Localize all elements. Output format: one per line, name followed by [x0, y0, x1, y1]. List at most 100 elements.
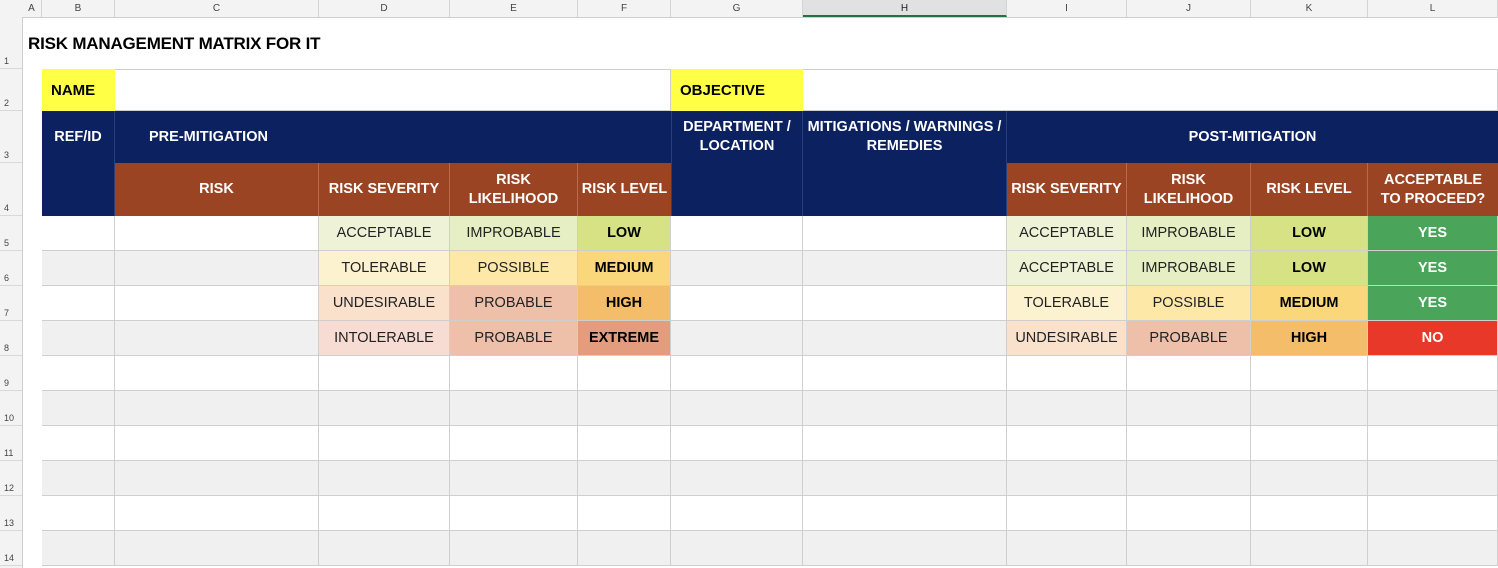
post-severity-cell[interactable]: UNDESIRABLE	[1007, 321, 1127, 356]
grid-cell[interactable]	[1368, 461, 1498, 496]
grid-cell[interactable]	[1127, 531, 1251, 566]
row-header-2[interactable]: 2	[0, 98, 22, 108]
grid-cell[interactable]	[1368, 426, 1498, 461]
grid-cell[interactable]	[1007, 356, 1127, 391]
grid-cell[interactable]	[803, 356, 1007, 391]
grid-cell[interactable]	[803, 531, 1007, 566]
proceed-cell[interactable]: NO	[1368, 321, 1498, 356]
grid-cell[interactable]	[115, 426, 319, 461]
grid-cell[interactable]	[42, 216, 115, 251]
grid-cell[interactable]	[1127, 461, 1251, 496]
post-likelihood-cell[interactable]: IMPROBABLE	[1127, 251, 1251, 286]
grid-cell[interactable]	[671, 321, 803, 356]
row-header-7[interactable]: 7	[0, 308, 22, 318]
grid-cell[interactable]	[450, 391, 578, 426]
post-level-cell[interactable]: MEDIUM	[1251, 286, 1368, 321]
objective-input-cell[interactable]	[803, 69, 1498, 111]
grid-cell[interactable]	[1251, 426, 1368, 461]
column-header-d[interactable]: D	[319, 0, 450, 17]
pre-severity-cell[interactable]: ACCEPTABLE	[319, 216, 450, 251]
grid-cell[interactable]	[42, 426, 115, 461]
grid-cell[interactable]	[1251, 461, 1368, 496]
pre-likelihood-cell[interactable]: POSSIBLE	[450, 251, 578, 286]
grid-cell[interactable]	[450, 531, 578, 566]
name-input-cell[interactable]	[115, 69, 671, 111]
pre-severity-cell[interactable]: TOLERABLE	[319, 251, 450, 286]
grid-cell[interactable]	[42, 496, 115, 531]
grid-cell[interactable]	[115, 461, 319, 496]
column-header-g[interactable]: G	[671, 0, 803, 17]
grid-cell[interactable]	[450, 496, 578, 531]
pre-likelihood-cell[interactable]: IMPROBABLE	[450, 216, 578, 251]
grid-cell[interactable]	[578, 426, 671, 461]
row-header-1[interactable]: 1	[0, 56, 22, 66]
row-header-6[interactable]: 6	[0, 273, 22, 283]
grid-cell[interactable]	[671, 286, 803, 321]
grid-cell[interactable]	[450, 356, 578, 391]
column-header-e[interactable]: E	[450, 0, 578, 17]
post-severity-cell[interactable]: ACCEPTABLE	[1007, 251, 1127, 286]
grid-cell[interactable]	[1368, 496, 1498, 531]
pre-level-cell[interactable]: LOW	[578, 216, 671, 251]
post-level-cell[interactable]: HIGH	[1251, 321, 1368, 356]
grid-cell[interactable]	[42, 356, 115, 391]
grid-cell[interactable]	[1007, 426, 1127, 461]
grid-cell[interactable]	[319, 531, 450, 566]
post-severity-cell[interactable]: ACCEPTABLE	[1007, 216, 1127, 251]
grid-cell[interactable]	[115, 391, 319, 426]
pre-likelihood-cell[interactable]: PROBABLE	[450, 321, 578, 356]
grid-cell[interactable]	[42, 461, 115, 496]
grid-cell[interactable]	[803, 216, 1007, 251]
grid-cell[interactable]	[578, 531, 671, 566]
grid-cell[interactable]	[803, 251, 1007, 286]
grid-cell[interactable]	[1251, 496, 1368, 531]
grid-cell[interactable]	[450, 461, 578, 496]
pre-level-cell[interactable]: EXTREME	[578, 321, 671, 356]
row-header-11[interactable]: 11	[0, 448, 22, 458]
grid-cell[interactable]	[115, 531, 319, 566]
grid-cell[interactable]	[115, 356, 319, 391]
column-header-i[interactable]: I	[1007, 0, 1127, 17]
grid-cell[interactable]	[578, 356, 671, 391]
column-header-l[interactable]: L	[1368, 0, 1498, 17]
grid-cell[interactable]	[319, 461, 450, 496]
column-header-j[interactable]: J	[1127, 0, 1251, 17]
grid-cell[interactable]	[1127, 426, 1251, 461]
grid-cell[interactable]	[1007, 531, 1127, 566]
grid-cell[interactable]	[1251, 391, 1368, 426]
grid-cell[interactable]	[1368, 356, 1498, 391]
grid-cell[interactable]	[671, 216, 803, 251]
grid-cell[interactable]	[450, 426, 578, 461]
grid-cell[interactable]	[42, 286, 115, 321]
row-header-14[interactable]: 14	[0, 553, 22, 563]
grid-cell[interactable]	[578, 461, 671, 496]
row-header-3[interactable]: 3	[0, 150, 22, 160]
proceed-cell[interactable]: YES	[1368, 216, 1498, 251]
grid-cell[interactable]	[319, 391, 450, 426]
grid-cell[interactable]	[319, 356, 450, 391]
grid-cell[interactable]	[115, 496, 319, 531]
post-likelihood-cell[interactable]: PROBABLE	[1127, 321, 1251, 356]
column-header-b[interactable]: B	[42, 0, 115, 17]
pre-severity-cell[interactable]: INTOLERABLE	[319, 321, 450, 356]
column-header-a[interactable]: A	[22, 0, 42, 17]
post-severity-cell[interactable]: TOLERABLE	[1007, 286, 1127, 321]
grid-cell[interactable]	[671, 391, 803, 426]
grid-cell[interactable]	[803, 286, 1007, 321]
grid-cell[interactable]	[1007, 461, 1127, 496]
grid-cell[interactable]	[671, 461, 803, 496]
grid-cell[interactable]	[1127, 391, 1251, 426]
proceed-cell[interactable]: YES	[1368, 251, 1498, 286]
grid-cell[interactable]	[803, 461, 1007, 496]
column-header-f[interactable]: F	[578, 0, 671, 17]
grid-cell[interactable]	[319, 426, 450, 461]
row-header-10[interactable]: 10	[0, 413, 22, 423]
pre-likelihood-cell[interactable]: PROBABLE	[450, 286, 578, 321]
grid-cell[interactable]	[115, 216, 319, 251]
pre-level-cell[interactable]: MEDIUM	[578, 251, 671, 286]
pre-level-cell[interactable]: HIGH	[578, 286, 671, 321]
grid-cell[interactable]	[803, 391, 1007, 426]
grid-cell[interactable]	[671, 251, 803, 286]
grid-cell[interactable]	[42, 251, 115, 286]
row-header-4[interactable]: 4	[0, 203, 22, 213]
